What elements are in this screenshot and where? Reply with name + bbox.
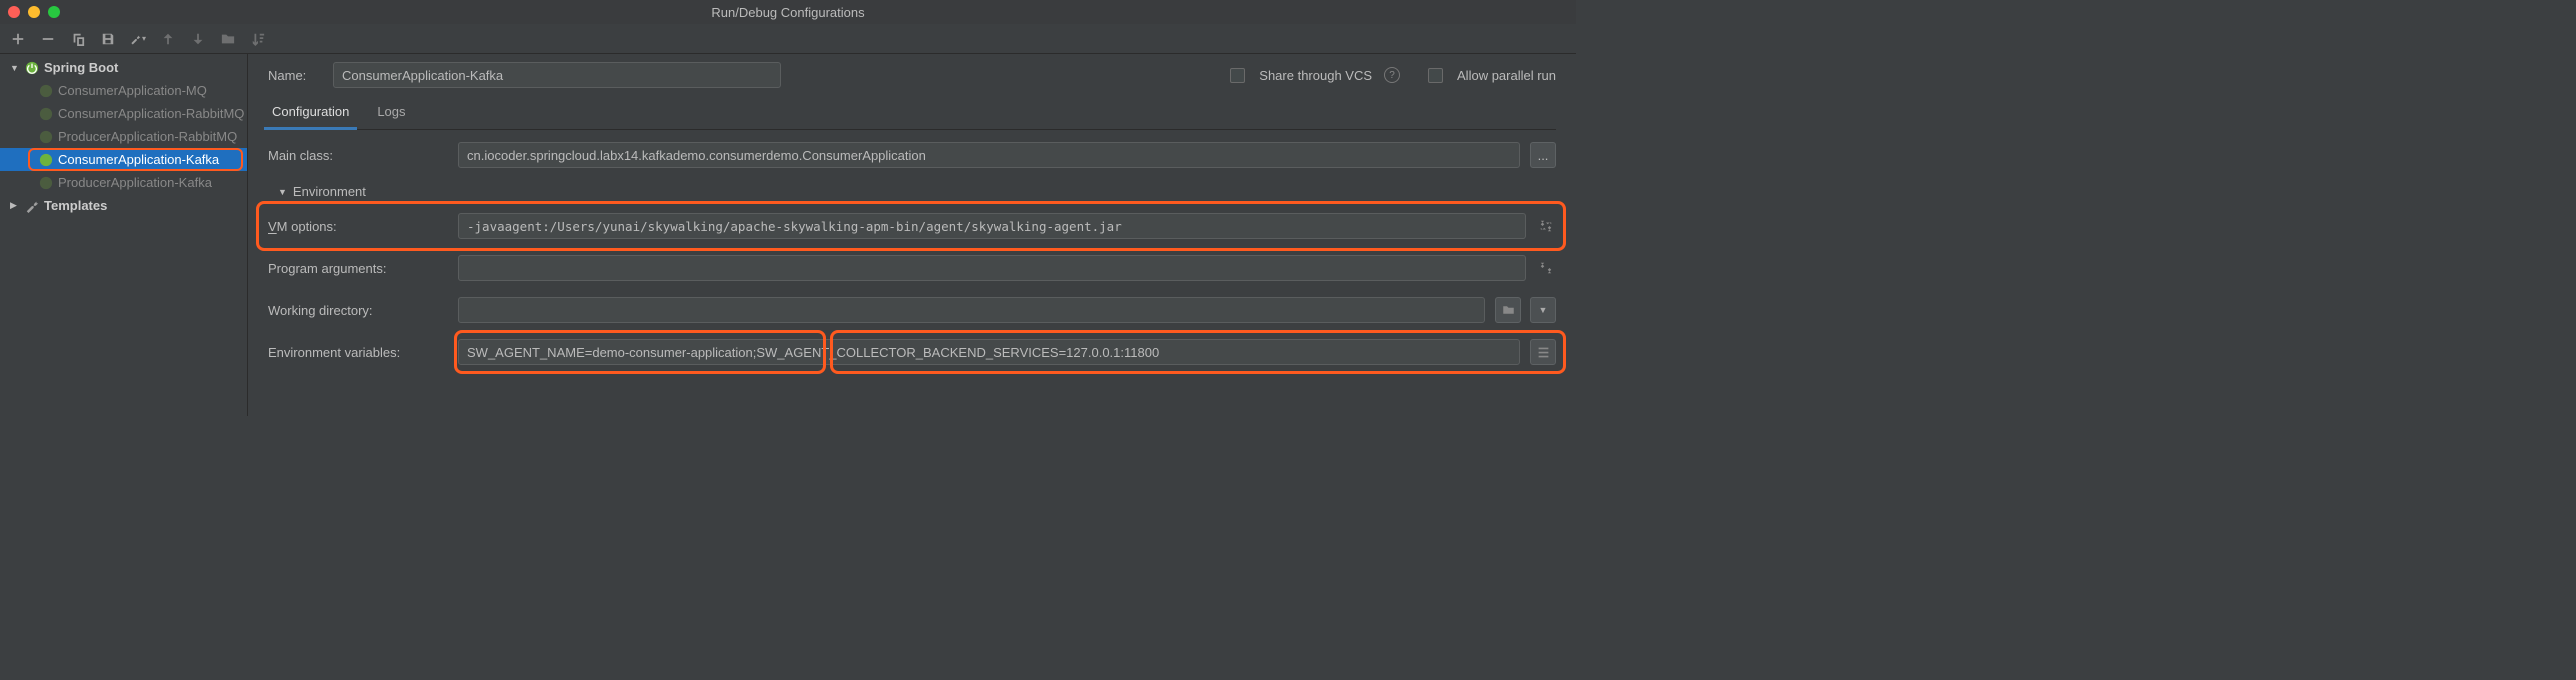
- tree-item-label: ProducerApplication-Kafka: [58, 175, 212, 190]
- program-args-row: Program arguments:: [268, 255, 1556, 281]
- section-title: Environment: [293, 184, 366, 199]
- workdir-dropdown-button[interactable]: ▼: [1530, 297, 1556, 323]
- working-dir-label: Working directory:: [268, 303, 448, 318]
- name-label: Name:: [268, 68, 323, 83]
- vm-options-label: VM options:: [268, 219, 448, 234]
- help-icon[interactable]: ?: [1384, 67, 1400, 83]
- minimize-window-icon[interactable]: [28, 6, 40, 18]
- expand-field-icon[interactable]: [1536, 258, 1556, 278]
- mainclass-label: Main class:: [268, 148, 448, 163]
- tree-item-label: ConsumerApplication-MQ: [58, 83, 207, 98]
- copy-icon[interactable]: [70, 31, 86, 47]
- working-dir-row: Working directory: ▼: [268, 297, 1556, 323]
- expand-icon: ▼: [10, 63, 20, 73]
- env-vars-row: Environment variables:: [268, 339, 1556, 365]
- env-vars-label: Environment variables:: [268, 345, 448, 360]
- environment-section-header[interactable]: ▼ Environment: [278, 184, 1556, 199]
- run-debug-config-window: Run/Debug Configurations ▾ ▼ Spring Boot…: [0, 0, 1576, 416]
- name-input[interactable]: [333, 62, 781, 88]
- working-dir-input[interactable]: [458, 297, 1485, 323]
- share-vcs-label: Share through VCS: [1259, 68, 1372, 83]
- tree-item-consumer-kafka[interactable]: ConsumerApplication-Kafka: [0, 148, 247, 171]
- tabs: Configuration Logs: [268, 96, 1556, 130]
- mainclass-input[interactable]: [458, 142, 1520, 168]
- titlebar: Run/Debug Configurations: [0, 0, 1576, 24]
- expand-field-icon[interactable]: [1536, 216, 1556, 236]
- config-form: Main class: ... ▼ Environment VM options…: [268, 130, 1556, 365]
- tree-item-producer-rabbit[interactable]: ProducerApplication-RabbitMQ: [0, 125, 247, 148]
- maximize-window-icon[interactable]: [48, 6, 60, 18]
- add-icon[interactable]: [10, 31, 26, 47]
- env-vars-input[interactable]: [458, 339, 1520, 365]
- tree-group-label: Spring Boot: [44, 60, 118, 75]
- spring-boot-icon: [38, 83, 54, 99]
- remove-icon[interactable]: [40, 31, 56, 47]
- tree-item-label: ProducerApplication-RabbitMQ: [58, 129, 237, 144]
- parallel-run-label: Allow parallel run: [1457, 68, 1556, 83]
- edit-env-vars-button[interactable]: [1530, 339, 1556, 365]
- tree-item-label: ConsumerApplication-RabbitMQ: [58, 106, 244, 121]
- tab-logs[interactable]: Logs: [373, 96, 409, 129]
- tree-group-label: Templates: [44, 198, 107, 213]
- tree-item-producer-kafka[interactable]: ProducerApplication-Kafka: [0, 171, 247, 194]
- browse-folder-button[interactable]: [1495, 297, 1521, 323]
- move-up-icon[interactable]: [160, 31, 176, 47]
- parallel-run-checkbox[interactable]: [1428, 68, 1443, 83]
- expand-icon: ▶: [10, 200, 20, 211]
- tree-item-label: ConsumerApplication-Kafka: [58, 152, 219, 167]
- name-row: Name: Share through VCS ? Allow parallel…: [268, 62, 1556, 88]
- save-icon[interactable]: [100, 31, 116, 47]
- content: ▼ Spring Boot ConsumerApplication-MQ Con…: [0, 54, 1576, 416]
- spring-boot-icon: [24, 60, 40, 76]
- collapse-icon: ▼: [278, 187, 287, 197]
- program-args-input[interactable]: [458, 255, 1526, 281]
- tree-item-consumer-mq[interactable]: ConsumerApplication-MQ: [0, 79, 247, 102]
- move-down-icon[interactable]: [190, 31, 206, 47]
- window-title: Run/Debug Configurations: [711, 5, 864, 20]
- wrench-icon: [24, 198, 40, 214]
- spring-boot-icon: [38, 175, 54, 191]
- sort-icon[interactable]: [250, 31, 266, 47]
- folder-icon[interactable]: [220, 31, 236, 47]
- mainclass-row: Main class: ...: [268, 142, 1556, 168]
- share-vcs-checkbox[interactable]: [1230, 68, 1245, 83]
- tree-group-spring-boot[interactable]: ▼ Spring Boot: [0, 56, 247, 79]
- spring-boot-icon: [38, 106, 54, 122]
- browse-mainclass-button[interactable]: ...: [1530, 142, 1556, 168]
- tree-item-consumer-rabbit[interactable]: ConsumerApplication-RabbitMQ: [0, 102, 247, 125]
- toolbar: ▾: [0, 24, 1576, 54]
- window-controls: [8, 6, 60, 18]
- program-args-label: Program arguments:: [268, 261, 448, 276]
- vm-options-input[interactable]: [458, 213, 1526, 239]
- close-window-icon[interactable]: [8, 6, 20, 18]
- tab-configuration[interactable]: Configuration: [268, 96, 353, 129]
- wrench-icon[interactable]: ▾: [130, 31, 146, 47]
- tree-group-templates[interactable]: ▶ Templates: [0, 194, 247, 217]
- spring-boot-icon: [38, 129, 54, 145]
- config-tree: ▼ Spring Boot ConsumerApplication-MQ Con…: [0, 54, 248, 416]
- spring-boot-icon: [38, 152, 54, 168]
- main-panel: Name: Share through VCS ? Allow parallel…: [248, 54, 1576, 416]
- vm-options-row: VM options:: [268, 213, 1556, 239]
